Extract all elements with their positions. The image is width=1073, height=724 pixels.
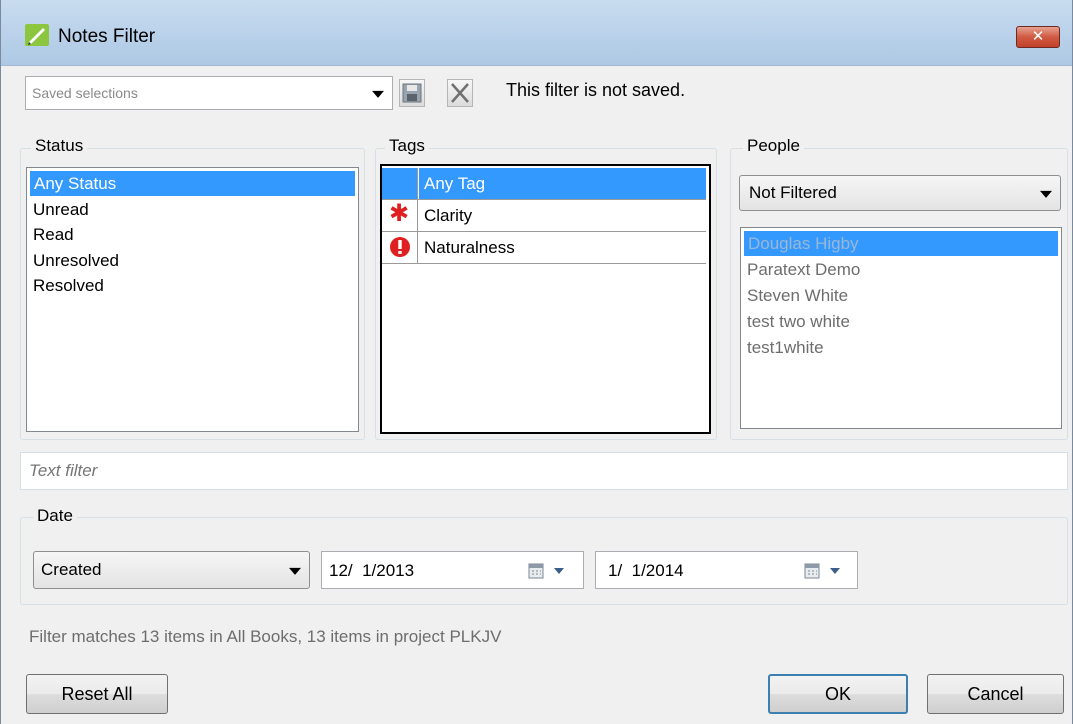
close-icon: ✕	[1031, 28, 1045, 45]
people-item-test-two-white[interactable]: test two white	[747, 309, 850, 334]
ok-button[interactable]: OK	[768, 674, 908, 714]
people-group-label: People	[743, 136, 804, 156]
people-list[interactable]: Douglas Higby Paratext Demo Steven White…	[740, 227, 1062, 429]
date-from-value: 12/ 1/2013	[329, 561, 415, 580]
date-type-value: Created	[41, 560, 102, 579]
tags-group-label: Tags	[385, 136, 429, 156]
chevron-down-icon[interactable]	[554, 568, 564, 574]
people-item-test1white[interactable]: test1white	[747, 335, 824, 360]
saved-status-text: This filter is not saved.	[506, 80, 686, 100]
tag-name-naturalness: Naturalness	[424, 238, 515, 257]
people-filter-combo[interactable]: Not Filtered	[739, 175, 1061, 211]
chevron-down-icon	[372, 90, 384, 98]
status-item-resolved[interactable]: Resolved	[33, 273, 104, 298]
window-title: Notes Filter	[58, 26, 156, 47]
tag-row-clarity[interactable]: ✱ Clarity	[382, 200, 706, 232]
delete-x-icon	[451, 83, 469, 103]
date-to-value: 1/ 1/2014	[608, 561, 684, 580]
tag-name-any-tag: Any Tag	[424, 174, 486, 193]
notes-filter-dialog: Notes Filter ✕ Saved selections This fil…	[0, 0, 1073, 724]
tag-row-any-tag[interactable]: Any Tag	[382, 168, 706, 200]
people-filter-value: Not Filtered	[749, 183, 837, 202]
save-selection-button[interactable]	[399, 79, 425, 107]
exclamation-icon	[390, 237, 410, 257]
text-filter-input[interactable]	[20, 452, 1068, 490]
saved-selections-combo[interactable]: Saved selections	[25, 76, 393, 110]
chevron-down-icon	[1040, 190, 1052, 198]
tags-list[interactable]: Any Tag ✱ Clarity Naturalness	[380, 164, 711, 434]
people-item-douglas-higby[interactable]: Douglas Higby	[744, 231, 1058, 256]
date-group-label: Date	[33, 506, 77, 526]
reset-all-label: Reset All	[61, 684, 133, 704]
tag-icon-cell	[382, 232, 418, 263]
tag-name-clarity: Clarity	[424, 206, 473, 225]
status-item-unread[interactable]: Unread	[33, 197, 89, 222]
people-item-steven-white[interactable]: Steven White	[747, 283, 848, 308]
ok-label: OK	[824, 684, 851, 704]
save-icon	[402, 83, 422, 103]
saved-selections-placeholder: Saved selections	[32, 85, 138, 101]
date-to-picker[interactable]: 1/ 1/2014	[595, 551, 858, 589]
tag-row-naturalness[interactable]: Naturalness	[382, 232, 706, 264]
status-list[interactable]: Any Status Unread Read Unresolved Resolv…	[26, 167, 359, 432]
paratext-app-icon	[25, 24, 49, 46]
status-item-read[interactable]: Read	[33, 222, 74, 247]
date-from-picker[interactable]: 12/ 1/2013	[321, 551, 584, 589]
calendar-icon[interactable]	[804, 562, 822, 580]
chevron-down-icon	[289, 567, 301, 575]
status-item-any-status[interactable]: Any Status	[30, 171, 355, 196]
tag-icon-cell	[382, 168, 418, 199]
filter-summary-text: Filter matches 13 items in All Books, 13…	[29, 627, 502, 646]
title-bar[interactable]: Notes Filter ✕	[1, 0, 1072, 66]
reset-all-button[interactable]: Reset All	[26, 674, 168, 714]
cancel-label: Cancel	[967, 684, 1024, 704]
calendar-icon[interactable]	[528, 562, 546, 580]
people-item-paratext-demo[interactable]: Paratext Demo	[747, 257, 860, 282]
delete-selection-button[interactable]	[447, 79, 473, 107]
cancel-button[interactable]: Cancel	[927, 674, 1064, 714]
tag-icon-cell: ✱	[382, 200, 418, 231]
status-item-unresolved[interactable]: Unresolved	[33, 248, 119, 273]
date-type-combo[interactable]: Created	[33, 551, 310, 589]
chevron-down-icon[interactable]	[830, 568, 840, 574]
close-button[interactable]: ✕	[1016, 26, 1060, 48]
asterisk-icon: ✱	[389, 200, 410, 227]
status-group-label: Status	[31, 136, 88, 156]
